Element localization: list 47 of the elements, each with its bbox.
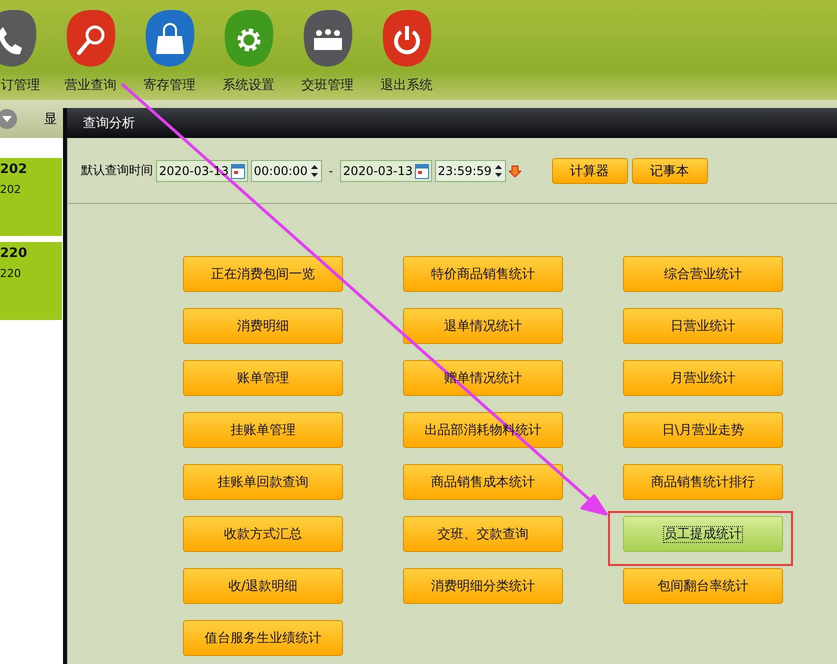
calendar-icon[interactable] — [230, 162, 245, 178]
room-name: 202 — [0, 183, 22, 196]
report-button[interactable]: 收款方式汇总 — [183, 516, 343, 552]
time-field[interactable]: 00:00:00 — [250, 160, 322, 182]
calendar-icon[interactable] — [414, 162, 429, 178]
dialog-title: 查询分析 — [83, 115, 135, 132]
spinner-arrows-icon[interactable] — [494, 164, 503, 178]
report-button[interactable]: 包间翻台率统计 — [623, 568, 783, 604]
toolbar-label[interactable]: 退出系统 — [380, 76, 432, 94]
report-button[interactable]: 特价商品销售统计 — [403, 256, 563, 292]
date-field[interactable]: 2020-03-13 — [340, 160, 432, 182]
dropdown-icon[interactable] — [0, 108, 18, 130]
tool-button[interactable]: 计算器 — [552, 158, 628, 184]
report-button[interactable]: 收/退款明细 — [183, 568, 343, 604]
report-button[interactable]: 账单管理 — [183, 360, 343, 396]
tool-button[interactable]: 记事本 — [632, 158, 708, 184]
spinner-arrows-icon[interactable] — [310, 164, 319, 178]
report-button[interactable]: 值台服务生业绩统计 — [183, 620, 343, 656]
toolbar-label[interactable]: 交班管理 — [302, 76, 354, 94]
report-button[interactable]: 消费明细分类统计 — [403, 568, 563, 604]
time-field[interactable]: 23:59:59 — [434, 160, 506, 182]
report-button[interactable]: 交班、交款查询 — [403, 516, 563, 552]
report-button[interactable]: 退单情况统计 — [403, 308, 563, 344]
report-button[interactable]: 正在消费包间一览 — [183, 256, 343, 292]
report-button[interactable]: 商品销售成本统计 — [403, 464, 563, 500]
room-card[interactable]: 202 202 — [0, 158, 62, 236]
report-button[interactable]: 挂账单回款查询 — [183, 464, 343, 500]
report-button[interactable]: 日\月营业走势 — [623, 412, 783, 448]
toolbar-label[interactable]: 订管理 — [1, 76, 51, 94]
report-button[interactable]: 月营业统计 — [623, 360, 783, 396]
query-time-label: 默认查询时间 — [81, 162, 153, 179]
report-button[interactable]: 商品销售统计排行 — [623, 464, 783, 500]
report-button[interactable]: 挂账单管理 — [183, 412, 343, 448]
report-button[interactable]: 员工提成统计 — [623, 516, 783, 552]
toolbar-label[interactable]: 系统设置 — [222, 76, 274, 94]
room-card[interactable]: 220 220 — [0, 242, 62, 320]
bar-label: 显 — [44, 111, 57, 128]
report-button[interactable]: 消费明细 — [183, 308, 343, 344]
toolbar-label[interactable]: 寄存管理 — [144, 76, 196, 94]
report-button[interactable]: 综合营业统计 — [623, 256, 783, 292]
toolbar-label[interactable]: 营业查询 — [64, 76, 116, 94]
report-button[interactable]: 日营业统计 — [623, 308, 783, 344]
room-number: 202 — [0, 162, 28, 177]
room-name: 220 — [0, 267, 22, 280]
room-number: 220 — [0, 246, 28, 261]
range-separator: - — [328, 164, 333, 178]
down-arrow-icon[interactable] — [508, 164, 521, 176]
